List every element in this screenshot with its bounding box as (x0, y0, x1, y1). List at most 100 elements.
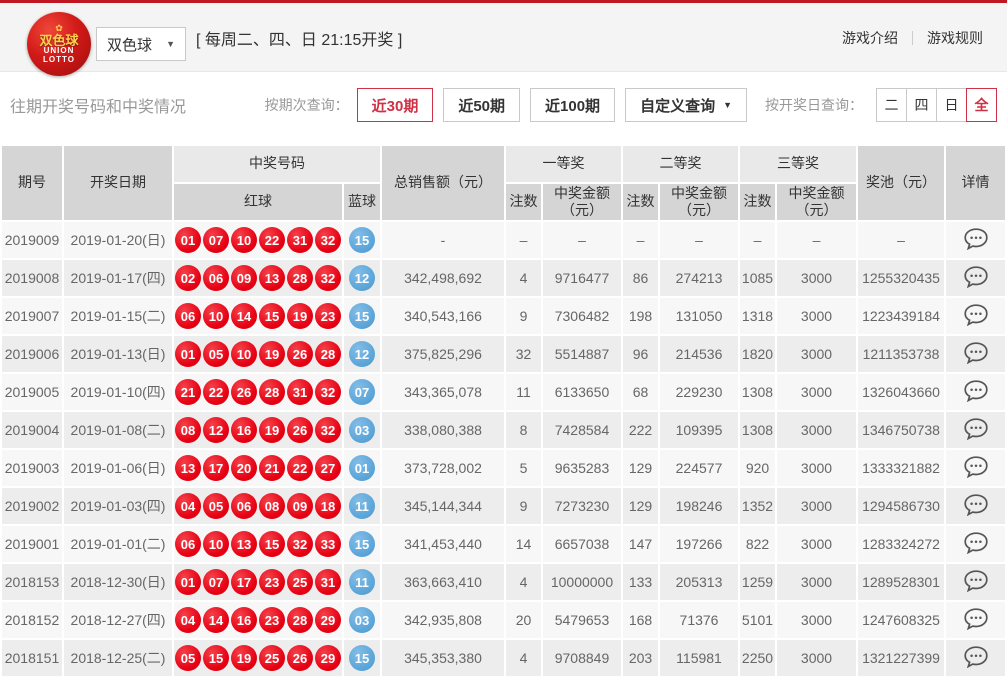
comment-bubble-icon[interactable] (964, 228, 988, 250)
red-ball: 15 (259, 531, 285, 557)
pool-cell: 1346750738 (858, 412, 944, 448)
sales-cell: 373,728,002 (382, 450, 504, 486)
pool-cell: 1289528301 (858, 564, 944, 600)
second-prize-count-cell: 147 (623, 526, 658, 562)
blue-ball: 15 (349, 531, 375, 557)
comment-bubble-icon[interactable] (964, 646, 988, 668)
custom-query-dropdown[interactable]: 自定义查询 ▼ (625, 88, 747, 122)
blue-ball-cell: 12 (344, 260, 380, 296)
period-cell: 2019009 (2, 222, 62, 258)
red-ball: 22 (203, 379, 229, 405)
table-row: 20190062019-01-13(日)01051019262812375,82… (2, 336, 1005, 372)
red-ball: 32 (315, 379, 341, 405)
red-ball: 07 (203, 227, 229, 253)
comment-bubble-icon[interactable] (964, 570, 988, 592)
second-prize-count-cell: 129 (623, 450, 658, 486)
blue-ball-cell: 15 (344, 526, 380, 562)
detail-cell (946, 526, 1005, 562)
red-balls-cell: 081216192632 (174, 412, 342, 448)
red-ball: 15 (259, 303, 285, 329)
first-prize-amount-cell: 9635283 (543, 450, 621, 486)
day-button-tue[interactable]: 二 (876, 88, 907, 122)
table-row: 20190032019-01-06(日)13172021222701373,72… (2, 450, 1005, 486)
red-ball: 06 (175, 531, 201, 557)
pool-cell: 1283324272 (858, 526, 944, 562)
link-divider (912, 31, 913, 45)
date-cell: 2019-01-08(二) (64, 412, 172, 448)
comment-bubble-icon[interactable] (964, 380, 988, 402)
pool-cell: 1321227399 (858, 640, 944, 676)
red-ball: 21 (259, 455, 285, 481)
pool-cell: 1223439184 (858, 298, 944, 334)
game-select-value: 双色球 (107, 34, 152, 55)
day-button-sun[interactable]: 日 (936, 88, 967, 122)
pool-cell: 1326043660 (858, 374, 944, 410)
red-ball: 32 (315, 417, 341, 443)
blue-ball: 12 (349, 341, 375, 367)
col-header-third-prize: 三等奖 (740, 146, 856, 182)
red-ball: 09 (287, 493, 313, 519)
red-ball: 29 (315, 607, 341, 633)
second-prize-amount-cell: 115981 (660, 640, 738, 676)
third-prize-count-cell: 1352 (740, 488, 775, 524)
sales-cell: 342,498,692 (382, 260, 504, 296)
sales-cell: 342,935,808 (382, 602, 504, 638)
red-ball: 04 (175, 607, 201, 633)
period-cell: 2019002 (2, 488, 62, 524)
red-ball: 10 (231, 227, 257, 253)
first-prize-amount-cell: 6657038 (543, 526, 621, 562)
game-select-dropdown[interactable]: 双色球 ▼ (96, 27, 186, 61)
day-button-thu[interactable]: 四 (906, 88, 937, 122)
date-cell: 2019-01-20(日) (64, 222, 172, 258)
period-button-last50[interactable]: 近50期 (443, 88, 520, 122)
comment-bubble-icon[interactable] (964, 456, 988, 478)
col-header-numbers-group: 中奖号码 (174, 146, 380, 182)
game-rules-link[interactable]: 游戏规则 (927, 28, 983, 48)
red-ball: 19 (231, 645, 257, 671)
third-prize-amount-cell: 3000 (777, 488, 856, 524)
red-ball: 28 (287, 607, 313, 633)
red-ball: 21 (175, 379, 201, 405)
period-button-last100[interactable]: 近100期 (530, 88, 615, 122)
date-cell: 2019-01-01(二) (64, 526, 172, 562)
red-ball: 04 (175, 493, 201, 519)
red-ball: 05 (203, 341, 229, 367)
period-button-last30[interactable]: 近30期 (357, 88, 434, 122)
blue-ball-cell: 03 (344, 412, 380, 448)
sales-cell: 345,144,344 (382, 488, 504, 524)
blue-ball: 15 (349, 303, 375, 329)
red-balls-cell: 010510192628 (174, 336, 342, 372)
page-title: 往期开奖号码和中奖情况 (10, 93, 186, 117)
draw-schedule-text: [ 每周二、四、日 21:15开奖 ] (196, 3, 402, 72)
red-ball: 17 (231, 569, 257, 595)
blue-ball: 03 (349, 417, 375, 443)
date-cell: 2018-12-30(日) (64, 564, 172, 600)
third-prize-amount-cell: 3000 (777, 564, 856, 600)
comment-bubble-icon[interactable] (964, 342, 988, 364)
second-prize-amount-cell: 109395 (660, 412, 738, 448)
first-prize-count-cell: 20 (506, 602, 541, 638)
day-filter-group: 二 四 日 全 (877, 88, 997, 122)
comment-bubble-icon[interactable] (964, 608, 988, 630)
third-prize-count-cell: 822 (740, 526, 775, 562)
second-prize-amount-cell: 224577 (660, 450, 738, 486)
comment-bubble-icon[interactable] (964, 266, 988, 288)
red-ball: 28 (315, 341, 341, 367)
red-balls-cell: 212226283132 (174, 374, 342, 410)
red-ball: 09 (231, 265, 257, 291)
comment-bubble-icon[interactable] (964, 494, 988, 516)
comment-bubble-icon[interactable] (964, 418, 988, 440)
blue-ball-cell: 15 (344, 222, 380, 258)
comment-bubble-icon[interactable] (964, 304, 988, 326)
game-intro-link[interactable]: 游戏介绍 (842, 28, 898, 48)
detail-cell (946, 222, 1005, 258)
period-query-label: 按期次查询： (265, 95, 349, 115)
col-header-detail: 详情 (946, 146, 1005, 220)
table-row: 20181512018-12-25(二)05151925262915345,35… (2, 640, 1005, 676)
second-prize-amount-cell: 274213 (660, 260, 738, 296)
comment-bubble-icon[interactable] (964, 532, 988, 554)
red-ball: 23 (315, 303, 341, 329)
col-header-blue-ball: 蓝球 (344, 184, 380, 220)
day-button-all[interactable]: 全 (966, 88, 997, 122)
third-prize-amount-cell: – (777, 222, 856, 258)
